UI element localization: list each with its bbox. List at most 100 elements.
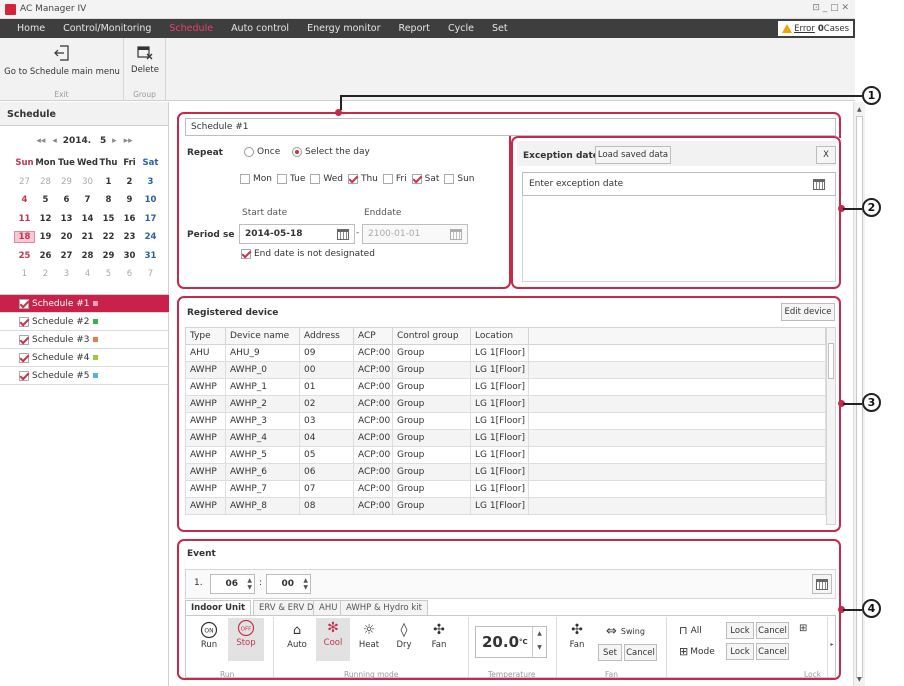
calendar-day[interactable]: 7 [140, 269, 161, 279]
exception-date-input[interactable]: Enter exception date [522, 172, 836, 196]
day-checkbox[interactable] [310, 174, 321, 184]
day-option-tue[interactable]: Tue [276, 174, 305, 184]
calendar-icon[interactable] [450, 229, 462, 240]
swing-cancel-button[interactable]: Cancel [624, 644, 657, 661]
calendar-day[interactable]: 4 [77, 269, 98, 279]
calendar-day[interactable]: 28 [35, 177, 56, 187]
lock-mode-button[interactable]: Lock [726, 643, 754, 660]
calendar-day[interactable]: 3 [140, 177, 161, 187]
calendar-day[interactable]: 28 [77, 251, 98, 261]
day-option-wed[interactable]: Wed [310, 174, 343, 184]
calendar-day[interactable]: 27 [56, 251, 77, 261]
day-checkbox[interactable] [382, 174, 393, 184]
temp-arrows-icon[interactable]: ▲ ▼ [532, 627, 546, 657]
calendar-day[interactable]: 29 [56, 177, 77, 187]
lock-all-cancel-button[interactable]: Cancel [756, 622, 789, 639]
table-row[interactable]: AWHP AWHP_1 01 ACP:00 Group LG 1[Floor] [185, 378, 826, 396]
day-checkbox[interactable] [411, 174, 422, 184]
calendar-day[interactable]: 1 [14, 269, 35, 279]
day-option-sun[interactable]: Sun [444, 174, 475, 184]
calendar-day[interactable]: 7 [77, 195, 98, 205]
menu-energy-monitor[interactable]: Energy monitor [298, 23, 389, 34]
calendar-day[interactable]: 5 [35, 195, 56, 205]
prev-year-button[interactable]: ◂◂ [36, 136, 45, 146]
schedule-checkbox[interactable] [19, 334, 29, 345]
schedule-list-item[interactable]: Schedule #2 [0, 313, 169, 331]
select-day-radio[interactable] [292, 147, 302, 157]
next-year-button[interactable]: ▸▸ [124, 136, 133, 146]
swing-option[interactable]: ⇔ Swing [606, 624, 645, 639]
controls-scroll-right-icon[interactable]: ▸ [827, 617, 836, 677]
spinner-arrows-icon[interactable]: ▲ ▼ [303, 577, 308, 591]
table-row[interactable]: AWHP AWHP_6 06 ACP:00 Group LG 1[Floor] [185, 463, 826, 481]
mode-cool-button[interactable]: ✻ Cool [316, 618, 350, 661]
calendar-day[interactable]: 2 [35, 269, 56, 279]
load-saved-data-button[interactable]: Load saved data [595, 146, 671, 164]
run-button[interactable]: ON Run [192, 620, 226, 660]
schedule-list-item[interactable]: Schedule #4 [0, 349, 169, 367]
calendar-day[interactable]: 11 [14, 214, 35, 224]
lock-mode-cancel-button[interactable]: Cancel [756, 643, 789, 660]
lock-more-icon[interactable]: ⊞ [799, 623, 807, 634]
close-exception-button[interactable]: X [816, 146, 836, 164]
calendar-day[interactable]: 30 [77, 177, 98, 187]
col-type[interactable]: Type [185, 327, 226, 345]
col-acp[interactable]: ACP [353, 327, 393, 345]
day-option-mon[interactable]: Mon [240, 174, 272, 184]
tab-ahu[interactable]: AHU [313, 600, 344, 616]
schedule-list-item[interactable]: Schedule #3 [0, 331, 169, 349]
calendar-day[interactable]: 24 [140, 232, 161, 242]
calendar-day[interactable]: 20 [56, 232, 77, 242]
hour-spinner[interactable]: 06 ▲ ▼ [210, 574, 255, 594]
main-scroll-thumb[interactable] [856, 116, 863, 678]
calendar-day[interactable]: 5 [98, 269, 119, 279]
calendar-day[interactable]: 15 [98, 214, 119, 224]
mode-fan-button[interactable]: ✣ Fan [423, 620, 455, 650]
repeat-select-day-option[interactable]: Select the day [292, 147, 370, 157]
schedule-list-item[interactable]: Schedule #5 [0, 367, 169, 385]
delete-button[interactable]: Delete [128, 44, 162, 75]
day-checkbox[interactable] [240, 174, 250, 184]
schedule-name-input[interactable]: Schedule #1 [185, 118, 836, 136]
day-option-sat[interactable]: Sat [411, 174, 439, 184]
tab-awhp-hydro-kit[interactable]: AWHP & Hydro kit [340, 600, 428, 616]
calendar-day[interactable]: 29 [98, 251, 119, 261]
end-not-designated-checkbox[interactable] [241, 249, 251, 259]
calendar-day[interactable]: 26 [35, 251, 56, 261]
menu-home[interactable]: Home [0, 23, 54, 34]
calendar-day[interactable]: 22 [98, 232, 119, 242]
end-date-not-designated[interactable]: End date is not designated [241, 249, 375, 259]
next-month-button[interactable]: ▸ [112, 136, 117, 146]
table-row[interactable]: AWHP AWHP_2 02 ACP:00 Group LG 1[Floor] [185, 395, 826, 413]
calendar-day[interactable]: 31 [140, 251, 161, 261]
event-calendar-button[interactable] [812, 574, 832, 594]
calendar-day[interactable]: 21 [77, 232, 98, 242]
menu-control-monitoring[interactable]: Control/Monitoring [54, 23, 160, 34]
stop-button[interactable]: OFF Stop [228, 618, 264, 661]
table-row[interactable]: AWHP AWHP_0 00 ACP:00 Group LG 1[Floor] [185, 361, 826, 379]
col-address[interactable]: Address [299, 327, 354, 345]
schedule-checkbox[interactable] [19, 316, 29, 327]
schedule-checkbox[interactable] [19, 352, 29, 363]
end-date-input[interactable]: 2100-01-01 [362, 224, 468, 244]
menu-schedule[interactable]: Schedule [160, 23, 222, 34]
mode-dry-button[interactable]: ◊ Dry [388, 620, 420, 650]
calendar-day[interactable]: 6 [119, 269, 140, 279]
calendar-day[interactable]: 12 [35, 214, 56, 224]
spinner-arrows-icon[interactable]: ▲ ▼ [247, 577, 252, 591]
table-row[interactable]: AHU AHU_9 09 ACP:00 Group LG 1[Floor] [185, 344, 826, 362]
table-row[interactable]: AWHP AWHP_8 08 ACP:00 Group LG 1[Floor] [185, 497, 826, 515]
calendar-day[interactable]: 19 [35, 232, 56, 242]
col-device-name[interactable]: Device name [225, 327, 300, 345]
calendar-day[interactable]: 9 [119, 195, 140, 205]
calendar-day[interactable]: 18 [14, 231, 35, 244]
calendar-day[interactable]: 16 [119, 214, 140, 224]
menu-auto-control[interactable]: Auto control [222, 23, 298, 34]
menu-set[interactable]: Set [483, 23, 517, 34]
scroll-up-icon[interactable]: ▲ [857, 106, 862, 113]
schedule-checkbox[interactable] [19, 370, 29, 381]
day-option-thu[interactable]: Thu [347, 174, 378, 184]
calendar-day[interactable]: 27 [14, 177, 35, 187]
day-checkbox[interactable] [347, 174, 358, 184]
calendar-day[interactable]: 23 [119, 232, 140, 242]
